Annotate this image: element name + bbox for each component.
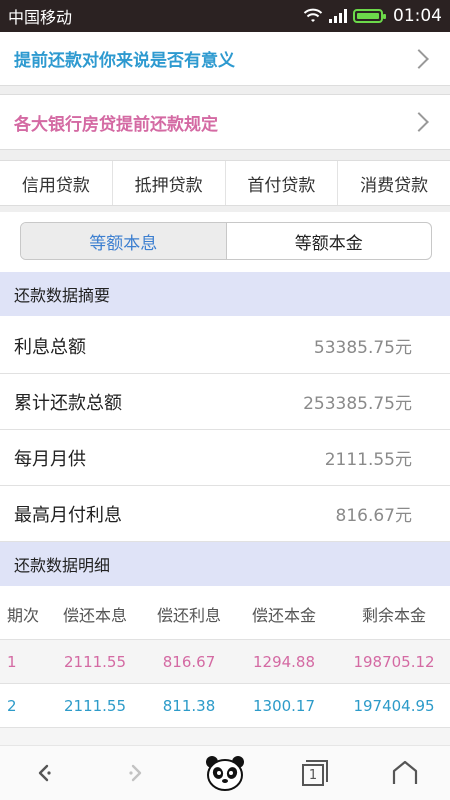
chevron-right-icon bbox=[409, 112, 429, 132]
carrier-label: 中国移动 bbox=[8, 8, 73, 27]
link-bank-rules[interactable]: 各大银行房贷提前还款规定 bbox=[0, 94, 450, 150]
table-cell: 811.38 bbox=[162, 696, 216, 715]
divider bbox=[0, 206, 450, 212]
toggle-equal-principal[interactable]: 等额本金 bbox=[227, 223, 432, 259]
link-prepay-meaning[interactable]: 提前还款对你来说是否有意义 bbox=[0, 32, 450, 86]
tabs-icon: 1 bbox=[302, 760, 328, 786]
summary-value: 2111.55元 bbox=[324, 450, 412, 470]
back-icon bbox=[38, 764, 51, 782]
column-header: 剩余本金 bbox=[361, 605, 426, 625]
summary-row-monthly-payment: 每月月供 2111.55元 bbox=[0, 430, 450, 486]
table-cell: 2111.55 bbox=[63, 652, 127, 671]
table-cell: 2111.55 bbox=[63, 696, 127, 715]
divider bbox=[0, 150, 450, 160]
table-cell: 1300.17 bbox=[252, 696, 316, 715]
repayment-method-toggle: 等额本息 等额本金 bbox=[20, 222, 432, 260]
divider bbox=[0, 86, 450, 94]
table-row: 2 2111.55 811.38 1300.17 197404.95 bbox=[0, 684, 450, 728]
column-header: 偿还本息 bbox=[62, 605, 127, 625]
table-cell: 1294.88 bbox=[252, 652, 316, 671]
wifi-icon bbox=[303, 8, 323, 22]
summary-row-total-interest: 利息总额 53385.75元 bbox=[0, 318, 450, 374]
chevron-right-icon bbox=[409, 48, 429, 69]
panda-menu-button[interactable] bbox=[180, 746, 270, 800]
table-cell: 816.67 bbox=[162, 652, 216, 671]
table-cell: 1 bbox=[7, 652, 17, 671]
summary-row-max-monthly-interest: 最高月付利息 816.67元 bbox=[0, 486, 450, 542]
loan-type-tabs: 信用贷款 抵押贷款 首付贷款 消费贷款 bbox=[0, 160, 450, 206]
summary-row-total-repayment: 累计还款总额 253385.75元 bbox=[0, 374, 450, 430]
summary-label: 累计还款总额 bbox=[14, 392, 122, 414]
table-cell: 2 bbox=[7, 696, 17, 715]
summary-label: 利息总额 bbox=[14, 336, 86, 358]
clock: 01:04 bbox=[393, 6, 442, 26]
column-header: 偿还利息 bbox=[156, 605, 221, 625]
panda-icon bbox=[206, 756, 244, 791]
table-cell: 197404.95 bbox=[353, 696, 435, 715]
status-icons: 01:04 bbox=[303, 6, 442, 26]
forward-icon bbox=[129, 764, 142, 782]
screen: 中国移动 01:04 提前还款对你来说是否有意义 各大银行房贷提前还款规定 信用… bbox=[0, 0, 450, 800]
table-row bbox=[0, 728, 450, 745]
table-row: 1 2111.55 816.67 1294.88 198705.12 bbox=[0, 640, 450, 684]
home-icon bbox=[392, 760, 418, 784]
summary-label: 每月月供 bbox=[14, 448, 86, 470]
tab-count: 1 bbox=[302, 764, 324, 786]
tab-credit-loan[interactable]: 信用贷款 bbox=[0, 161, 113, 205]
tab-consumer-loan[interactable]: 消费贷款 bbox=[338, 161, 450, 205]
forward-button[interactable] bbox=[90, 746, 180, 800]
summary-value: 253385.75元 bbox=[303, 394, 412, 414]
signal-icon bbox=[329, 9, 347, 23]
link-bank-rules-label: 各大银行房贷提前还款规定 bbox=[14, 114, 218, 135]
back-button[interactable] bbox=[0, 746, 90, 800]
column-header: 期次 bbox=[7, 605, 40, 625]
bottom-nav-bar: 1 bbox=[0, 745, 450, 800]
summary-value: 816.67元 bbox=[335, 506, 412, 526]
summary-section-header: 还款数据摘要 bbox=[0, 272, 450, 316]
detail-table-header: 期次 偿还本息 偿还利息 偿还本金 剩余本金 bbox=[0, 588, 450, 640]
toggle-equal-installment[interactable]: 等额本息 bbox=[21, 223, 227, 259]
tabs-button[interactable]: 1 bbox=[270, 746, 360, 800]
detail-section-header: 还款数据明细 bbox=[0, 542, 450, 586]
table-cell: 198705.12 bbox=[353, 652, 435, 671]
tab-mortgage-loan[interactable]: 抵押贷款 bbox=[113, 161, 226, 205]
column-header: 偿还本金 bbox=[251, 605, 316, 625]
status-bar: 中国移动 01:04 bbox=[0, 0, 450, 32]
summary-value: 53385.75元 bbox=[313, 338, 412, 358]
battery-icon bbox=[353, 9, 386, 23]
summary-label: 最高月付利息 bbox=[14, 504, 122, 526]
link-prepay-meaning-label: 提前还款对你来说是否有意义 bbox=[14, 51, 235, 71]
home-button[interactable] bbox=[360, 746, 450, 800]
tab-down-payment-loan[interactable]: 首付贷款 bbox=[226, 161, 339, 205]
